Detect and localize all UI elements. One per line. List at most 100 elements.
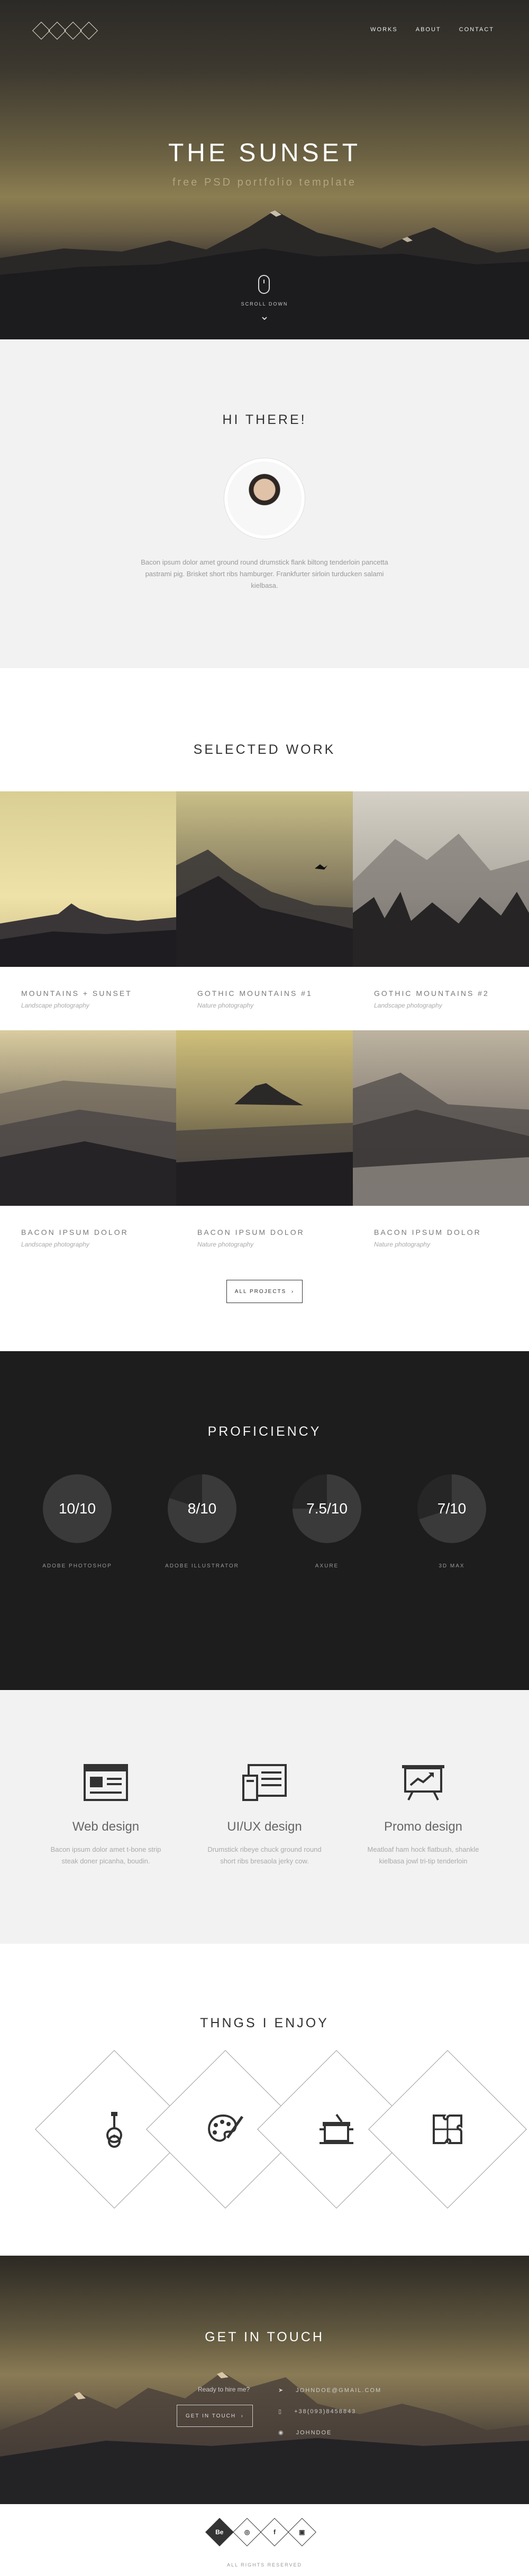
hobby-list — [0, 2050, 529, 2227]
proficiency-section: PROFICIENCY 10/10 ADOBE PHOTOSHOP 8/10 ADO… — [0, 1351, 529, 1690]
work-image-3[interactable] — [353, 791, 529, 967]
service-name: Promo design — [384, 1820, 463, 1834]
skill-value: 7.5/10 — [306, 1500, 348, 1517]
skill-value: 7/10 — [437, 1500, 467, 1517]
main-nav: WORKS ABOUT CONTACT — [370, 26, 494, 33]
service-desc: Meatloaf ham hock flatbush, shankle kiel… — [367, 1845, 479, 1865]
work-grid: MOUNTAINS + SUNSET Landscape photography … — [0, 791, 529, 1269]
skill-ring: 10/10 — [43, 1474, 112, 1543]
work-image-2[interactable] — [176, 791, 353, 967]
contact-phone[interactable]: ▯ +38(093)8458843 — [278, 2408, 356, 2415]
skype-icon: ◉ — [278, 2430, 285, 2436]
skill-item: 8/10 ADOBE ILLUSTRATOR — [154, 1474, 250, 1569]
work-title[interactable]: MOUNTAINS + SUNSET — [21, 989, 155, 998]
mouse-icon[interactable] — [258, 275, 270, 294]
work-caption-5: BACON IPSUM DOLOR Nature photography — [176, 1206, 353, 1269]
palette-icon — [208, 2114, 244, 2142]
contact-email[interactable]: ➤ JOHNDOE@GMAIL.COM — [278, 2387, 381, 2394]
service-uiux-design: UI/UX design Drumstick ribeye chuck grou… — [201, 1764, 328, 1867]
guitar-icon — [106, 2112, 122, 2148]
all-projects-button[interactable]: ALL PROJECTS › — [226, 1280, 303, 1303]
puzzle-icon — [433, 2115, 462, 2144]
presentation-board-icon — [402, 1765, 444, 1801]
about-section: HI THERE! Bacon ipsum dolor amet ground … — [0, 339, 529, 668]
skill-ring: 7/10 — [417, 1474, 486, 1543]
service-name: UI/UX design — [227, 1820, 302, 1834]
work-title[interactable]: GOTHIC MOUNTAINS #1 — [197, 989, 332, 998]
section-title-hi: HI THERE! — [222, 412, 307, 427]
behance-icon[interactable]: Be — [205, 2518, 234, 2546]
section-title-enjoy: THNGS I ENJOY — [200, 2016, 329, 2030]
skill-label: AXURE — [315, 1563, 339, 1569]
skill-ring: 8/10 — [168, 1474, 236, 1543]
instagram-icon[interactable]: ▣ — [288, 2518, 316, 2546]
section-title-work: SELECTED WORK — [193, 742, 336, 757]
get-in-touch-button[interactable]: GET IN TOUCH › — [177, 2405, 253, 2427]
skill-item: 7.5/10 AXURE — [279, 1474, 375, 1569]
work-image-1[interactable] — [0, 791, 176, 967]
work-section: SELECTED WORK MOUNTAINS + SUNSET Landscap… — [0, 668, 529, 1351]
work-title[interactable]: BACON IPSUM DOLOR — [374, 1228, 508, 1236]
skill-list: 10/10 ADOBE PHOTOSHOP 8/10 ADOBE ILLUSTRAT… — [0, 1474, 529, 1569]
work-title[interactable]: BACON IPSUM DOLOR — [21, 1228, 155, 1236]
skill-label: ADOBE PHOTOSHOP — [42, 1563, 112, 1569]
avatar — [224, 458, 305, 539]
service-promo-design: Promo design Meatloaf ham hock flatbush,… — [360, 1764, 487, 1867]
work-image-6[interactable] — [353, 1030, 529, 1206]
contact-skype[interactable]: ◉ JOHNDOE — [278, 2429, 332, 2436]
about-text: Bacon ipsum dolor amet ground round drum… — [141, 558, 388, 589]
work-subtitle: Nature photography — [197, 1241, 254, 1248]
hero-title: THE SUNSET — [168, 139, 361, 167]
email-value[interactable]: JOHNDOE@GMAIL.COM — [296, 2387, 381, 2394]
work-caption-6: BACON IPSUM DOLOR Nature photography — [353, 1206, 529, 1269]
skill-value: 8/10 — [187, 1500, 217, 1517]
service-name: Web design — [72, 1820, 140, 1834]
cooking-pot-icon — [320, 2113, 353, 2144]
hire-text: Ready to hire me? — [198, 2386, 250, 2393]
social-links: Be ◎ f ▣ — [205, 2518, 316, 2546]
logo-diamond — [80, 22, 98, 40]
phone-value[interactable]: +38(093)8458843 — [294, 2408, 356, 2415]
skill-value: 10/10 — [58, 1500, 96, 1517]
hero-subtitle: free PSD portfolio template — [172, 177, 357, 188]
work-image-5[interactable] — [176, 1030, 353, 1206]
work-caption-1: MOUNTAINS + SUNSET Landscape photography — [0, 967, 176, 1030]
work-subtitle: Nature photography — [197, 1002, 254, 1009]
scroll-down-label[interactable]: SCROLL DOWN — [0, 301, 529, 307]
hobby-puzzle[interactable] — [368, 2050, 527, 2209]
logo-diamond — [48, 22, 66, 40]
work-image-4[interactable] — [0, 1030, 176, 1206]
enjoy-section: THNGS I ENJOY — [0, 1944, 529, 2256]
nav-works[interactable]: WORKS — [370, 26, 398, 33]
section-title-proficiency: PROFICIENCY — [207, 1424, 322, 1439]
service-desc: Drumstick ribeye chuck ground round shor… — [207, 1845, 322, 1865]
work-caption-2: GOTHIC MOUNTAINS #1 Nature photography — [176, 967, 353, 1030]
footer: Be ◎ f ▣ ALL RIGHTS RESERVED — [0, 2504, 529, 2576]
dribbble-icon[interactable]: ◎ — [233, 2518, 261, 2546]
contact-mountains — [0, 2372, 529, 2504]
logo-diamond — [64, 22, 82, 40]
logo-diamond — [32, 22, 50, 40]
work-subtitle: Landscape photography — [21, 1241, 89, 1248]
site-logo[interactable] — [32, 22, 98, 40]
browser-window-icon — [84, 1764, 128, 1801]
send-icon: ➤ — [278, 2387, 285, 2394]
all-projects-label: ALL PROJECTS — [234, 1288, 287, 1295]
nav-about[interactable]: ABOUT — [416, 26, 441, 33]
get-in-touch-label: GET IN TOUCH — [185, 2413, 236, 2419]
work-title[interactable]: GOTHIC MOUNTAINS #2 — [374, 989, 508, 998]
phone-icon: ▯ — [278, 2408, 283, 2415]
services-section: Web design Bacon ipsum dolor amet t-bone… — [0, 1690, 529, 1944]
chevron-down-icon[interactable]: ⌄ — [0, 309, 529, 323]
work-title[interactable]: BACON IPSUM DOLOR — [197, 1228, 332, 1236]
work-subtitle: Landscape photography — [21, 1002, 89, 1009]
nav-contact[interactable]: CONTACT — [459, 26, 494, 33]
work-subtitle: Nature photography — [374, 1241, 431, 1248]
contact-section: GET IN TOUCH Ready to hire me? GET IN TO… — [0, 2256, 529, 2504]
skill-item: 10/10 ADOBE PHOTOSHOP — [30, 1474, 125, 1569]
skill-ring: 7.5/10 — [293, 1474, 361, 1543]
skype-value[interactable]: JOHNDOE — [296, 2430, 332, 2436]
facebook-icon[interactable]: f — [260, 2518, 289, 2546]
hero-section: WORKS ABOUT CONTACT THE SUNSET free PSD … — [0, 0, 529, 339]
copyright: ALL RIGHTS RESERVED — [226, 2562, 303, 2568]
